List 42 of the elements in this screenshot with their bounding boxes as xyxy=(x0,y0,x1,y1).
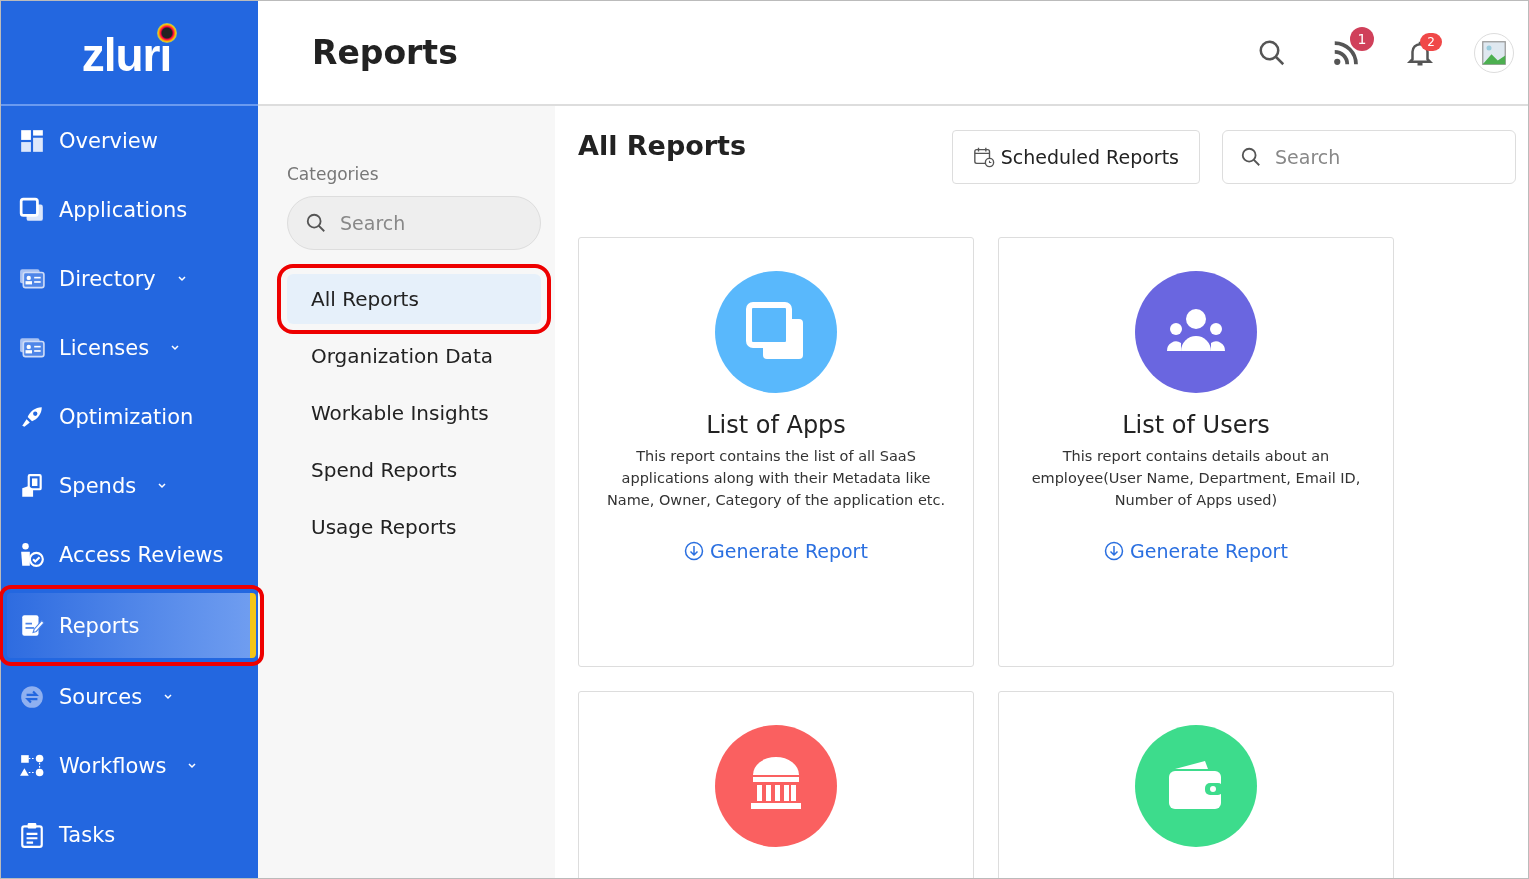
flowchart-icon xyxy=(19,752,45,779)
search-field[interactable]: Search xyxy=(287,196,541,250)
sidebar-item[interactable]: Applications xyxy=(1,175,258,244)
sidebar-item[interactable]: Optimization xyxy=(1,382,258,451)
card-title: List of Apps xyxy=(706,411,846,439)
search-field[interactable]: Search xyxy=(1222,130,1516,184)
sidebar-item[interactable]: Spends xyxy=(1,451,258,520)
download-icon xyxy=(1104,541,1125,561)
page-title: Reports xyxy=(312,33,459,72)
sidebar-item[interactable]: Directory xyxy=(1,244,258,313)
clipboard-icon xyxy=(19,821,45,848)
generate-report-link[interactable]: Generate Report xyxy=(678,539,874,563)
calendar-clock-icon xyxy=(972,146,995,168)
download-icon xyxy=(684,541,705,561)
generate-report-link[interactable]: Generate Report xyxy=(1098,539,1294,563)
squares-icon xyxy=(19,196,45,223)
document-pencil-icon xyxy=(19,612,45,639)
sidebar-item[interactable]: Overview xyxy=(1,106,258,175)
sidebar-item[interactable]: Workflows xyxy=(1,731,258,800)
section-title: All Reports xyxy=(578,130,748,161)
sidebar-item[interactable]: Licenses xyxy=(1,313,258,382)
scheduled-reports-button[interactable]: Scheduled Reports xyxy=(951,130,1200,184)
count-badge: 2 xyxy=(1420,32,1442,51)
dashboard-icon xyxy=(19,127,45,154)
category-item[interactable]: Organization Data xyxy=(287,331,541,381)
count-badge: 1 xyxy=(1350,26,1374,51)
card-title: List of Users xyxy=(1122,411,1270,439)
sidebar-item[interactable]: Sources xyxy=(1,662,258,731)
card-description: This report contains details about an employee(User Name, Department, Email ID, Number of Apps used) xyxy=(1030,447,1362,510)
section-heading: Categories xyxy=(287,164,380,184)
sidebar-item[interactable]: Access Reviews xyxy=(1,520,258,589)
logo: zluri xyxy=(81,22,178,83)
search-icon xyxy=(1240,146,1262,168)
category-item[interactable]: Spend Reports xyxy=(287,445,541,495)
category-item[interactable]: Workable Insights xyxy=(287,388,541,438)
category-item[interactable]: Usage Reports xyxy=(287,502,541,552)
search-icon xyxy=(305,212,327,234)
card-description: This report contains the list of all SaaS applications along with their Metadata like Name, Owner, Category of the application etc. xyxy=(605,447,947,510)
person-check-icon xyxy=(19,541,45,568)
sync-icon xyxy=(19,683,45,710)
sidebar-item[interactable]: Tasks xyxy=(1,800,258,869)
hand-bill-icon xyxy=(19,472,45,499)
